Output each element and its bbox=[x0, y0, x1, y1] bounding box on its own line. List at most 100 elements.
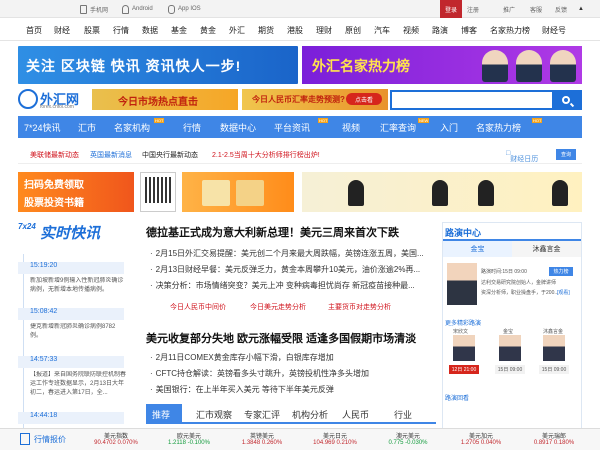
news-item[interactable]: 2月13日财经早餐：美元反弹乏力，黄金本周攀升10美元，油价涨逾2%再... bbox=[150, 264, 434, 275]
quote-cell[interactable]: 欧元美元 1.2118 -0.100% bbox=[161, 431, 217, 446]
nav-roadshow[interactable]: 路演 bbox=[432, 25, 448, 36]
search-button[interactable] bbox=[552, 92, 580, 108]
quote-cell[interactable]: 美元指数 90.4702 0.070% bbox=[88, 431, 144, 446]
nav-stocks[interactable]: 股票 bbox=[84, 25, 100, 36]
calendar-query-button[interactable]: 查询 bbox=[556, 149, 576, 160]
mainnav-beginner[interactable]: 入门 bbox=[440, 121, 458, 134]
nav-video[interactable]: 视频 bbox=[403, 25, 419, 36]
red-link[interactable]: 主要货币对走势分析 bbox=[328, 302, 391, 312]
flash-time: 15:19:20 bbox=[18, 262, 124, 274]
tab-rmb[interactable]: 人民币 bbox=[342, 408, 369, 421]
rmb-forecast-ad[interactable]: 今日人民币汇率走势预测? 点击看 bbox=[242, 89, 388, 110]
tab-recommend[interactable]: 推荐 bbox=[152, 408, 170, 421]
mainnav-platform[interactable]: 平台资讯 bbox=[274, 121, 310, 134]
quote-cell[interactable]: 美元日元 104.969 0.210% bbox=[307, 431, 363, 446]
nav-blog[interactable]: 博客 bbox=[461, 25, 477, 36]
quote-value: 104.969 0.210% bbox=[313, 440, 357, 446]
nav-hot-list[interactable]: 名家热力榜 bbox=[490, 25, 530, 36]
mainnav-flash[interactable]: 7*24快讯 bbox=[24, 121, 61, 134]
login-link[interactable]: 登录 bbox=[440, 0, 462, 18]
news-item[interactable]: CFTC持仓解读：英镑看多头寸跳升，英镑投机性净多头增加 bbox=[150, 368, 369, 379]
register-link[interactable]: 注册 bbox=[467, 3, 479, 15]
flash-item[interactable]: 新加坡新增9例输入性新冠肺炎确诊病例，无新增本地传播病例。 bbox=[30, 277, 126, 295]
android-app-link[interactable]: Android bbox=[122, 3, 153, 15]
nav-original[interactable]: 原创 bbox=[345, 25, 361, 36]
flash-news-panel: 7x24 实时快讯 15:19:20 新加坡新增9例输入性新冠肺炎确诊病例，无新… bbox=[18, 222, 136, 450]
roadshow-title: 路演中心 bbox=[445, 228, 482, 238]
presenter-thumb[interactable] bbox=[453, 335, 475, 361]
ticker-link[interactable]: 美联储最新动态 bbox=[30, 150, 79, 160]
versus-banner[interactable] bbox=[302, 172, 582, 212]
roadshow-tab-jinbao[interactable]: 金宝 bbox=[443, 241, 512, 257]
mainnav-rate-query[interactable]: 汇率查询 bbox=[380, 121, 416, 134]
flash-item[interactable]: 捷克新增新冠肺炎确诊病例8782例。 bbox=[30, 323, 126, 341]
expert-list-banner[interactable]: 外汇名家热力榜 bbox=[302, 46, 582, 84]
nav-forex[interactable]: 外汇 bbox=[229, 25, 245, 36]
roadshow-replay-heading[interactable]: 路演回看 bbox=[445, 393, 469, 402]
help-link[interactable]: 反馈 bbox=[555, 3, 567, 15]
flash-item[interactable]: 【报道】来自国务院联防联控机制春运工作专班数据显示，2月13日大年初二，春运进入… bbox=[30, 371, 126, 399]
search-input[interactable] bbox=[392, 92, 552, 108]
news-item[interactable]: 2月15日外汇交易提醒：美元创二个月来最大周跌幅，英镑连涨五周，美国... bbox=[150, 248, 434, 259]
ticker-link[interactable]: 2.1-2.5当周十大分析师排行榜出炉! bbox=[212, 150, 320, 160]
red-link[interactable]: 今日人民币中间价 bbox=[170, 302, 226, 312]
quote-value: 0.775 -0.030% bbox=[388, 440, 428, 446]
tab-institution[interactable]: 机构分析 bbox=[292, 408, 328, 421]
quote-cell[interactable]: 美元加元 1.2705 0.040% bbox=[453, 431, 509, 446]
hot-list-label[interactable]: 热力榜 bbox=[549, 267, 573, 276]
calendar-link[interactable]: □ 财经日历 bbox=[506, 150, 538, 163]
news-item[interactable]: 2月11日COMEX黄金库存小幅下滑，白银库存增加 bbox=[150, 352, 334, 363]
news-item[interactable]: 决策分析：市场情绪突变？美元上冲 变种病毒担忧尚存 新冠疫苗接种最... bbox=[150, 280, 434, 291]
nav-data[interactable]: 数据 bbox=[142, 25, 158, 36]
quote-cell[interactable]: 英镑美元 1.3848 0.260% bbox=[234, 431, 290, 446]
ad-cta-button[interactable]: 点击看 bbox=[346, 93, 382, 105]
channel-nav: 首页 财经 股票 行情 数据 基金 黄金 外汇 期货 港股 理财 原创 汽车 视… bbox=[0, 19, 600, 41]
presenter-thumb[interactable] bbox=[499, 335, 521, 361]
nav-futures[interactable]: 期货 bbox=[258, 25, 274, 36]
red-link[interactable]: 今日美元走势分析 bbox=[250, 302, 306, 312]
service-link[interactable]: 客服 bbox=[530, 3, 542, 15]
silhouette-image bbox=[432, 180, 448, 206]
site-logo[interactable]: 外汇网 forex.cnfol.com bbox=[18, 89, 88, 111]
quote-value: 1.2705 0.040% bbox=[460, 440, 502, 446]
tab-expert-comment[interactable]: 专家汇评 bbox=[244, 408, 280, 421]
mainnav-hot-list[interactable]: 名家热力榜 bbox=[476, 121, 521, 134]
nav-gold[interactable]: 黄金 bbox=[200, 25, 216, 36]
promo-link[interactable]: 推广 bbox=[503, 3, 515, 15]
quote-value: 90.4702 0.070% bbox=[94, 440, 138, 446]
nav-funds[interactable]: 基金 bbox=[171, 25, 187, 36]
user-icon[interactable]: ▲ bbox=[578, 3, 584, 15]
tab-market-watch[interactable]: 汇市观察 bbox=[196, 408, 232, 421]
watch-link[interactable]: [观看] bbox=[557, 289, 570, 296]
presenter-thumb[interactable] bbox=[543, 335, 565, 361]
roadshow-tab-muxin[interactable]: 沐鑫言金 bbox=[512, 241, 581, 257]
mobile-site-link[interactable]: 手机网 bbox=[80, 3, 108, 15]
headline-2[interactable]: 美元收复部分失地 欧元涨幅受限 适逢多国假期市场清淡 bbox=[146, 330, 416, 346]
mainnav-video[interactable]: 视频 bbox=[342, 121, 360, 134]
tab-industry[interactable]: 行业 bbox=[394, 408, 412, 421]
nav-home[interactable]: 首页 bbox=[26, 25, 42, 36]
nav-finance-account[interactable]: 财经号 bbox=[542, 25, 566, 36]
nav-wealth[interactable]: 理财 bbox=[316, 25, 332, 36]
free-books-banner[interactable]: 扫码免费领取 股票投资书籍 bbox=[18, 172, 134, 212]
ios-app-link[interactable]: App IOS bbox=[168, 3, 201, 15]
blockchain-banner[interactable]: 关注 区块链 快讯 资讯快人一步! bbox=[18, 46, 298, 84]
quote-cell[interactable]: 澳元美元 0.775 -0.030% bbox=[380, 431, 436, 446]
mainnav-experts[interactable]: 名家机构 bbox=[114, 121, 150, 134]
nav-hk-stocks[interactable]: 港股 bbox=[287, 25, 303, 36]
quote-cell[interactable]: 美元瑞郎 0.8917 0.180% bbox=[526, 431, 582, 446]
mainnav-market[interactable]: 汇市 bbox=[78, 121, 96, 134]
headline-1[interactable]: 德拉基正式成为意大利新总理！美元三周来首次下跌 bbox=[146, 224, 399, 240]
nav-auto[interactable]: 汽车 bbox=[374, 25, 390, 36]
mainnav-data[interactable]: 数据中心 bbox=[220, 121, 256, 134]
promo-banner-books[interactable] bbox=[182, 172, 294, 212]
quotes-label[interactable]: 行情报价 bbox=[34, 434, 66, 445]
market-hot-ad[interactable]: 今日市场热点直击 bbox=[92, 89, 238, 110]
ticker-link[interactable]: 中国央行最新动态 bbox=[142, 150, 198, 160]
mainnav-quotes[interactable]: 行情 bbox=[183, 121, 201, 134]
nav-quotes[interactable]: 行情 bbox=[113, 25, 129, 36]
expert-banner-text: 外汇名家热力榜 bbox=[312, 58, 410, 74]
nav-finance[interactable]: 财经 bbox=[54, 25, 70, 36]
ticker-link[interactable]: 英国最新消息 bbox=[90, 150, 132, 160]
news-item[interactable]: 美国银行：在上半年买入美元 等待下半年美元反弹 bbox=[150, 384, 334, 395]
